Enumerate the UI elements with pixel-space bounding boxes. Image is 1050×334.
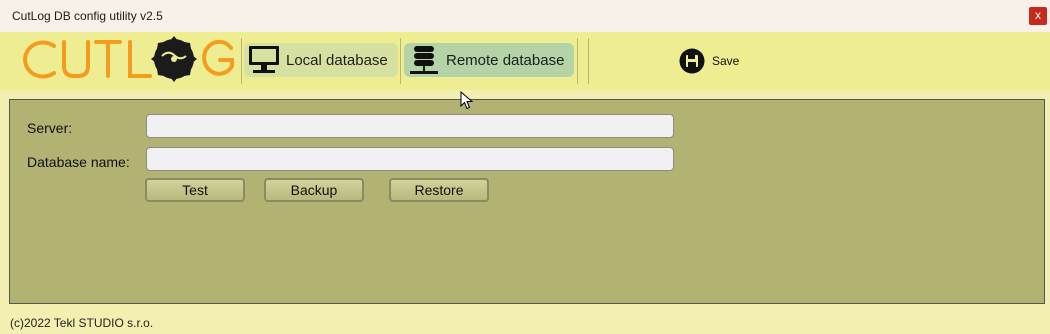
save-label: Save <box>712 54 740 68</box>
toolbar-separator <box>577 38 578 84</box>
cutlog-logo <box>14 36 238 87</box>
save-button[interactable]: Save <box>679 47 739 75</box>
tab-local-database-label: Local database <box>286 51 388 69</box>
toolbar-separator <box>588 38 589 84</box>
database-name-input[interactable] <box>146 147 674 171</box>
tab-remote-database-label: Remote database <box>446 51 565 69</box>
server-label: Server: <box>27 120 73 136</box>
mouse-cursor-icon <box>460 90 474 116</box>
close-button[interactable]: x <box>1029 7 1047 25</box>
monitor-icon <box>248 45 280 75</box>
floppy-disk-icon <box>679 48 705 74</box>
test-button[interactable]: Test <box>145 178 245 202</box>
toolbar-separator <box>241 38 242 84</box>
title-bar: CutLog DB config utility v2.5 x <box>0 0 1050 33</box>
toolbar-separator <box>400 38 401 84</box>
window-title: CutLog DB config utility v2.5 <box>12 9 163 23</box>
tab-local-database[interactable]: Local database <box>244 43 398 77</box>
copyright-text: (c)2022 Tekl STUDIO s.r.o. <box>10 316 154 330</box>
remote-database-panel: Server: Database name: Test Backup Resto… <box>9 99 1045 304</box>
restore-button[interactable]: Restore <box>389 178 489 202</box>
server-input[interactable] <box>146 114 674 138</box>
database-server-icon <box>408 44 440 76</box>
backup-button[interactable]: Backup <box>264 178 364 202</box>
tab-remote-database[interactable]: Remote database <box>404 43 574 77</box>
database-name-label: Database name: <box>27 154 130 170</box>
